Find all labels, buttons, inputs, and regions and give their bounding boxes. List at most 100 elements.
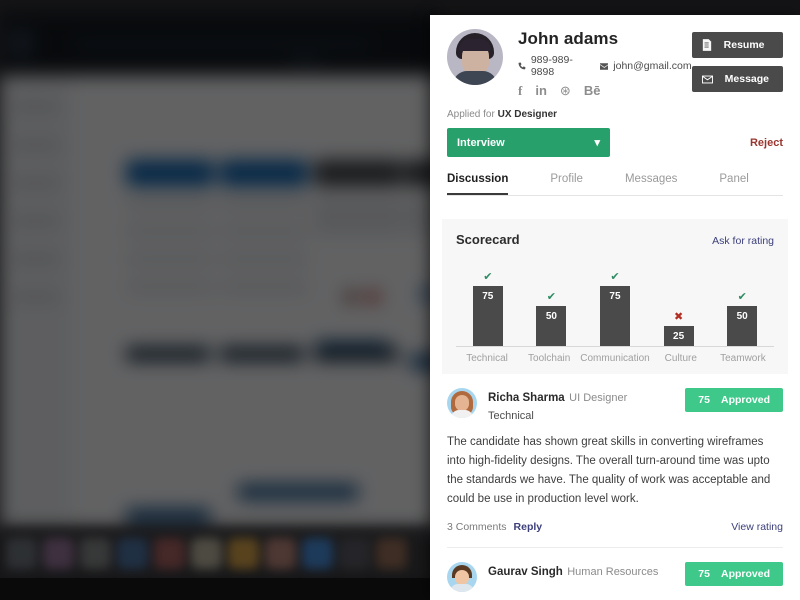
taskbar — [0, 578, 430, 600]
dribbble-icon[interactable]: ⊛ — [560, 84, 571, 97]
comment-text: The candidate has shown great skills in … — [447, 436, 771, 505]
badge-status: Approved — [720, 394, 770, 406]
candidate-phone: 989-989-9898 — [530, 54, 573, 78]
comment-header: Richa Sharma UI Designer Technical 75 Ap… — [447, 388, 783, 422]
chart-bar-column: ✔ 75 — [583, 272, 647, 346]
chart-bar-value: 50 — [545, 311, 557, 322]
chart-bar: 75 — [472, 286, 503, 346]
chart-bar-column: ✔ 75 — [456, 272, 520, 346]
badge-score: 75 — [698, 394, 710, 406]
comments-count: 3 Comments — [447, 520, 507, 533]
tab-messages[interactable]: Messages — [625, 173, 677, 195]
commenter-identity: Richa Sharma UI Designer — [488, 388, 685, 406]
check-icon: ✔ — [737, 291, 747, 303]
reject-button[interactable]: Reject — [750, 137, 783, 149]
commenter-avatar — [447, 388, 477, 418]
status-badge: 75 Approved — [685, 561, 783, 586]
bg-app-nav — [72, 39, 372, 50]
check-icon: ✔ — [610, 271, 620, 283]
linkedin-icon[interactable]: in — [535, 84, 547, 97]
scorecard-bar-chart: ✔ 75 ✔ 50 ✔ 75 ✖ 25 ✔ 50 Technical Toolchain Commun… — [456, 261, 774, 364]
bg-app-sidebar — [0, 75, 72, 527]
bg-app-topbar — [0, 13, 440, 75]
comment-item: Richa Sharma UI Designer Technical 75 Ap… — [430, 374, 800, 533]
phone-icon — [518, 62, 526, 70]
cross-icon: ✖ — [673, 311, 684, 323]
chart-bar: 25 — [663, 326, 694, 346]
comment-header: Gaurav Singh Human Resources 75 Approved — [447, 561, 783, 592]
bg-board-column — [126, 160, 214, 308]
bg-app-body — [0, 75, 440, 527]
chart-bar-value: 75 — [609, 291, 621, 302]
chevron-down-icon: ▾ — [594, 137, 600, 149]
chart-bar-value: 75 — [482, 291, 494, 302]
candidate-email: john@gmail.com — [613, 60, 692, 72]
scorecard-header: Scorecard Ask for rating — [456, 232, 774, 247]
view-rating-link[interactable]: View rating — [731, 521, 783, 533]
commenter-name: Gaurav Singh — [488, 565, 563, 578]
comment-category: Technical — [488, 410, 534, 422]
resume-label: Resume — [723, 39, 765, 51]
chart-bars: ✔ 75 ✔ 50 ✔ 75 ✖ 25 ✔ 50 — [456, 261, 774, 347]
chart-x-axis-labels: Technical Toolchain Communication Culture Te… — [456, 353, 774, 364]
badge-status: Approved — [720, 567, 770, 580]
status-dropdown[interactable]: Interview ▾ — [447, 128, 610, 157]
chart-bar-value: 50 — [736, 311, 748, 322]
tab-discussion[interactable]: Discussion — [447, 173, 509, 195]
check-icon: ✔ — [546, 291, 556, 303]
status-badge: 75 Approved — [685, 388, 783, 412]
candidate-detail-panel: John adams 989-989-9898 john@gmail.com f… — [430, 15, 800, 600]
chart-x-label: Technical — [466, 353, 508, 364]
candidate-name: John adams — [518, 29, 619, 48]
message-label: Message — [724, 73, 769, 85]
behance-icon[interactable]: Bē — [584, 84, 601, 97]
tab-profile[interactable]: Profile — [550, 173, 583, 195]
status-row: Interview ▾ Reject — [447, 128, 783, 157]
chart-bar-column: ✖ 25 — [647, 312, 711, 346]
envelope-icon — [701, 75, 713, 83]
chart-x-label: Teamwork — [720, 353, 766, 364]
chart-bar-value: 25 — [673, 331, 685, 342]
tab-panel[interactable]: Panel — [719, 173, 748, 195]
blurred-background-app-window — [0, 13, 440, 527]
resume-button[interactable]: Resume — [691, 32, 783, 58]
chart-bar: 50 — [536, 306, 567, 346]
message-button[interactable]: Message — [691, 66, 783, 92]
commenter-identity: Gaurav Singh Human Resources — [488, 562, 685, 580]
candidate-contact: 989-989-9898 john@gmail.com — [518, 54, 692, 78]
chart-bar: 75 — [599, 286, 630, 346]
commenter-role: UI Designer — [569, 392, 628, 404]
chart-bar-column: ✔ 50 — [520, 292, 584, 346]
commenter-role: Human Resources — [567, 565, 659, 578]
candidate-header: John adams 989-989-9898 john@gmail.com f… — [430, 15, 800, 97]
panel-tabs: Discussion Profile Messages Panel — [447, 173, 783, 196]
scorecard-card: Scorecard Ask for rating ✔ 75 ✔ 50 ✔ 75 ✖ 25 ✔ 50… — [442, 219, 788, 374]
social-links[interactable]: f in ⊛ Bē — [518, 84, 692, 97]
mail-icon — [599, 62, 609, 70]
bg-board-column — [314, 160, 402, 250]
status-value: Interview — [457, 136, 505, 149]
comment-footer: 3 Comments Reply View rating — [447, 521, 783, 533]
scorecard-title: Scorecard — [456, 232, 520, 247]
ask-for-rating-link[interactable]: Ask for rating — [712, 235, 774, 247]
applied-for: Applied for UX Designer — [447, 109, 800, 120]
bg-app-logo — [8, 29, 34, 57]
chart-x-label: Communication — [580, 353, 650, 364]
comment-item: Gaurav Singh Human Resources 75 Approved — [430, 548, 800, 592]
bg-board-column — [220, 160, 308, 308]
document-icon — [702, 39, 711, 51]
badge-score: 75 — [698, 567, 710, 580]
applied-role: UX Designer — [497, 109, 558, 120]
commenter-name: Richa Sharma — [488, 392, 565, 404]
facebook-icon[interactable]: f — [518, 84, 522, 97]
chart-bar-column: ✔ 50 — [710, 292, 774, 346]
chart-x-label: Culture — [664, 353, 697, 364]
reply-link[interactable]: Reply — [514, 521, 543, 533]
bg-app-nav-secondary — [290, 58, 320, 63]
candidate-avatar — [447, 29, 503, 85]
macos-dock[interactable] — [0, 528, 430, 578]
check-icon: ✔ — [483, 271, 493, 283]
chart-bar: 50 — [727, 306, 758, 346]
chart-x-label: Toolchain — [528, 353, 571, 364]
commenter-avatar — [447, 561, 477, 592]
